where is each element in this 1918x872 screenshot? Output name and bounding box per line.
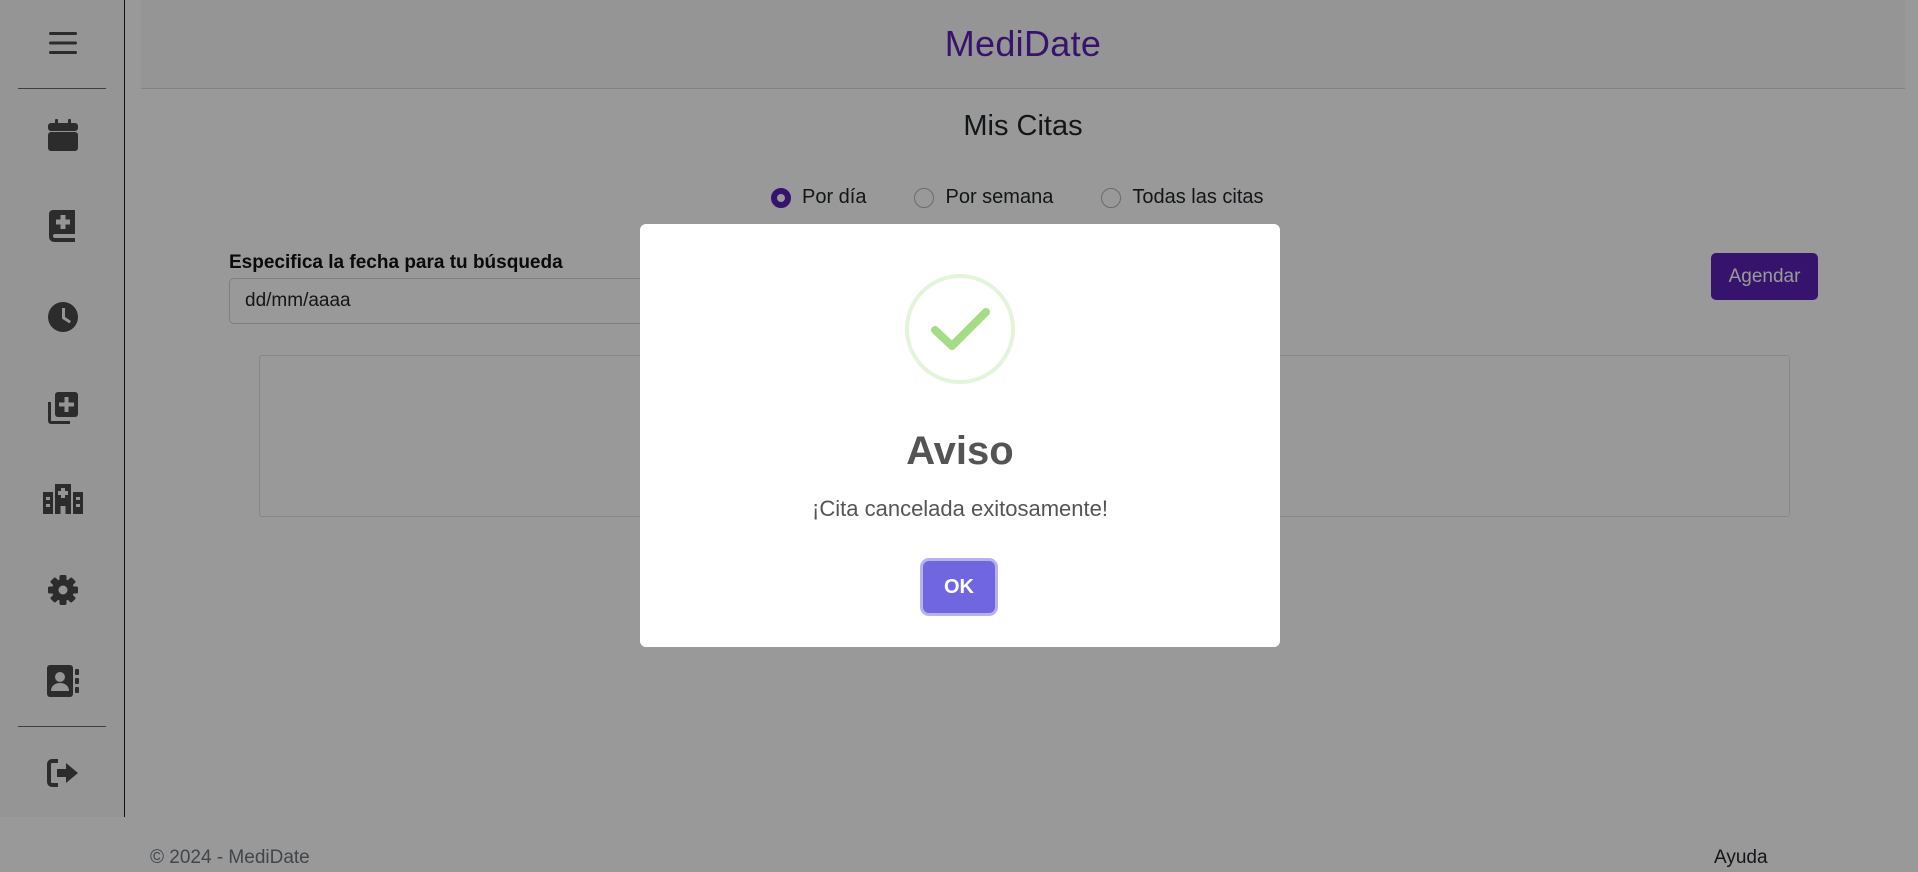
alert-dialog: Aviso ¡Cita cancelada exitosamente! OK	[640, 224, 1280, 647]
ok-button[interactable]: OK	[923, 561, 995, 613]
success-check-icon	[905, 274, 1015, 384]
dialog-message: ¡Cita cancelada exitosamente!	[812, 496, 1108, 521]
dialog-title: Aviso	[906, 429, 1014, 473]
